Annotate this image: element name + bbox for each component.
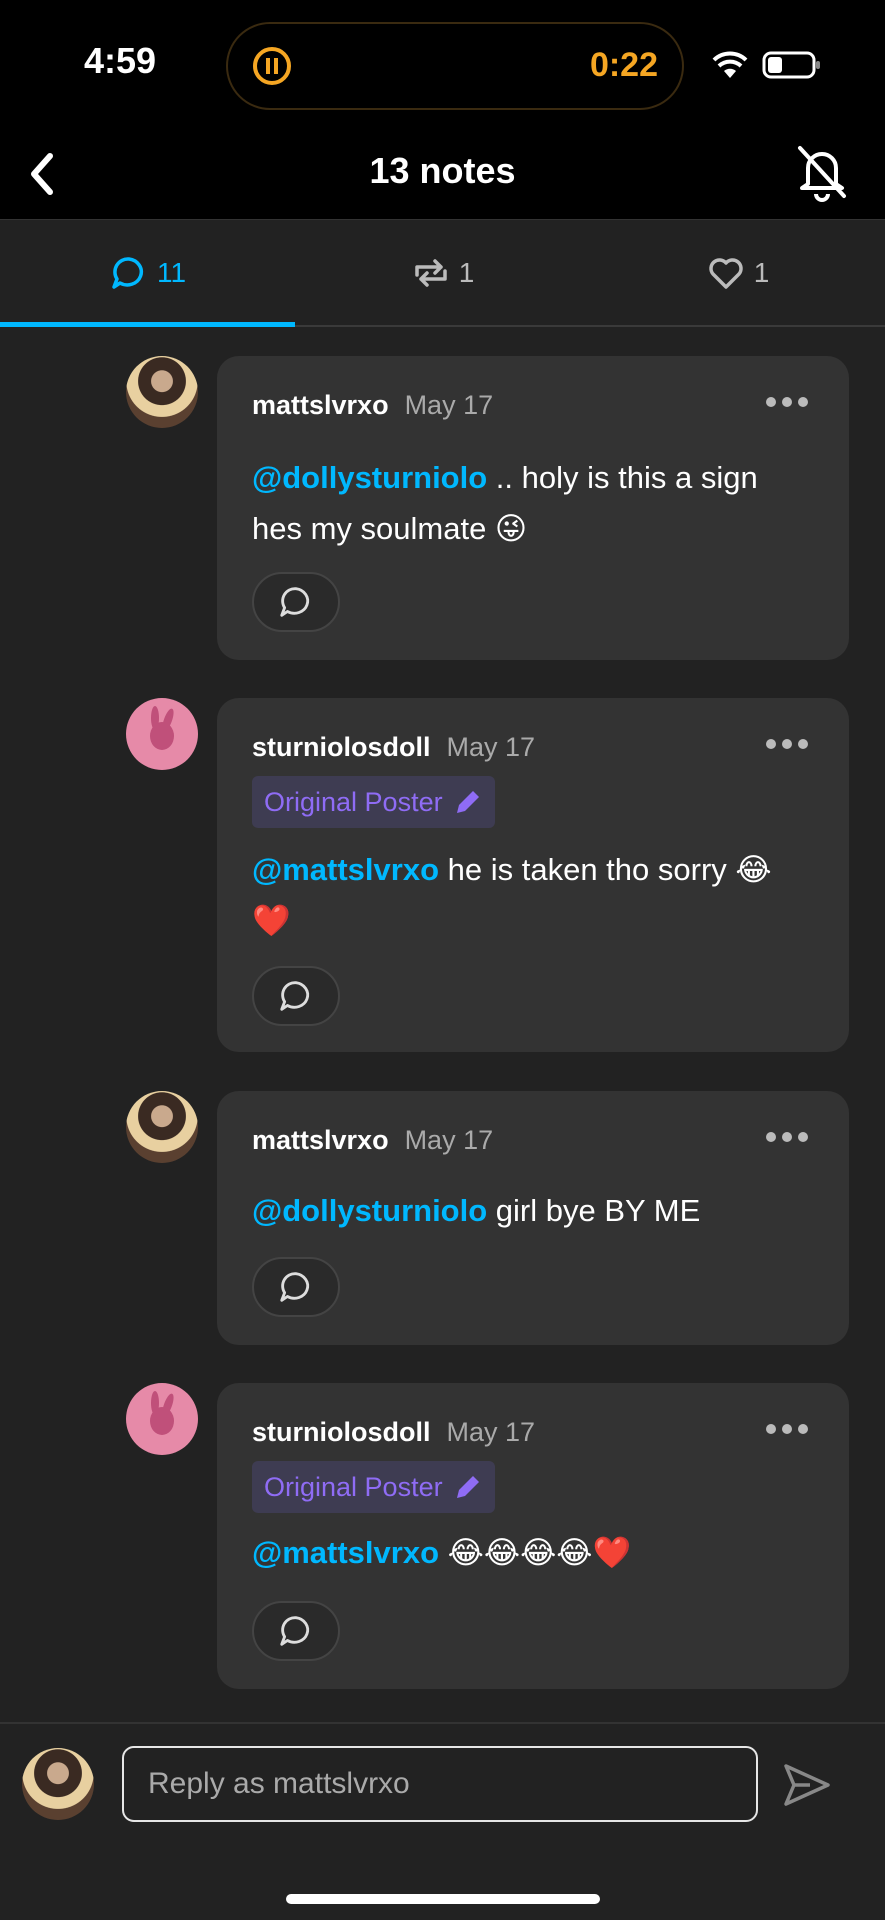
comment-header: mattslvrxo May 17 xyxy=(252,1125,493,1156)
header: 13 notes xyxy=(0,130,885,220)
mention-link[interactable]: @dollysturniolo xyxy=(252,460,487,495)
comment-icon xyxy=(280,587,310,617)
username[interactable]: sturniolosdoll xyxy=(252,1417,431,1448)
pencil-icon xyxy=(456,791,479,813)
bell-off-icon[interactable] xyxy=(792,140,852,204)
comment-icon xyxy=(280,1272,310,1302)
reply-bar xyxy=(0,1722,885,1920)
username[interactable]: mattslvrxo xyxy=(252,390,389,421)
comment-icon xyxy=(280,981,310,1011)
heart-icon xyxy=(708,258,743,289)
avatar[interactable] xyxy=(126,698,198,770)
comment-card: mattslvrxo May 17 @dollysturniolo girl b… xyxy=(217,1091,849,1345)
mention-link[interactable]: @dollysturniolo xyxy=(252,1193,487,1228)
tab-comments[interactable]: 11 xyxy=(0,221,295,325)
pause-icon xyxy=(253,47,291,85)
mention-link[interactable]: @mattslvrxo xyxy=(252,852,439,887)
more-icon[interactable] xyxy=(765,1131,809,1143)
username[interactable]: sturniolosdoll xyxy=(252,732,431,763)
original-poster-badge: Original Poster xyxy=(252,776,495,828)
status-bar: 4:59 0:22 xyxy=(0,0,885,130)
badge-label: Original Poster xyxy=(264,1471,443,1502)
more-icon[interactable] xyxy=(765,396,809,408)
comment-date: May 17 xyxy=(446,732,536,762)
username[interactable]: mattslvrxo xyxy=(252,1125,389,1156)
mention-link[interactable]: @mattslvrxo xyxy=(252,1535,439,1570)
comment-text: @dollysturniolo girl bye BY ME xyxy=(252,1185,809,1236)
reply-button[interactable] xyxy=(252,572,340,632)
bunny-logo-icon xyxy=(150,1391,174,1435)
comment-date: May 17 xyxy=(404,1125,494,1155)
more-icon[interactable] xyxy=(765,1423,809,1435)
home-indicator xyxy=(286,1894,600,1904)
avatar[interactable] xyxy=(126,1091,198,1163)
comment-date: May 17 xyxy=(404,390,494,420)
original-poster-badge: Original Poster xyxy=(252,1461,495,1513)
page-title: 13 notes xyxy=(369,150,516,191)
active-tab-indicator xyxy=(0,322,295,327)
send-icon[interactable] xyxy=(780,1758,834,1812)
comment-card: sturniolosdoll May 17 Original Poster @m… xyxy=(217,698,849,1052)
reply-button[interactable] xyxy=(252,966,340,1026)
comment-icon xyxy=(112,257,143,289)
avatar[interactable] xyxy=(126,356,198,428)
avatar[interactable] xyxy=(126,1383,198,1455)
comment-card: sturniolosdoll May 17 Original Poster @m… xyxy=(217,1383,849,1689)
comment-header: sturniolosdoll May 17 xyxy=(252,732,535,763)
comment-card: mattslvrxo May 17 @dollysturniolo .. hol… xyxy=(217,356,849,660)
notes-tabs: 11 1 1 xyxy=(0,221,885,327)
avatar xyxy=(22,1748,94,1820)
reblog-icon xyxy=(414,259,447,287)
bunny-logo-icon xyxy=(150,706,174,750)
tab-reblogs-count: 1 xyxy=(458,257,475,288)
timer-text: 0:22 xyxy=(589,46,658,84)
status-time: 4:59 xyxy=(84,40,157,81)
comment-header: sturniolosdoll May 17 xyxy=(252,1417,535,1448)
reply-button[interactable] xyxy=(252,1601,340,1661)
comment-text: @dollysturniolo .. holy is this a sign h… xyxy=(252,452,809,554)
comment-date: May 17 xyxy=(446,1417,536,1447)
tab-reblogs[interactable]: 1 xyxy=(295,221,590,325)
tab-comments-count: 11 xyxy=(156,257,187,288)
tab-likes[interactable]: 1 xyxy=(590,221,885,325)
comment-text: @mattslvrxo 😂😂😂😂❤️ xyxy=(252,1527,809,1578)
wifi-icon xyxy=(712,51,748,78)
comment-icon xyxy=(280,1616,310,1646)
reply-input[interactable] xyxy=(122,1746,758,1822)
more-icon[interactable] xyxy=(765,738,809,750)
tab-likes-count: 1 xyxy=(753,257,770,288)
reply-button[interactable] xyxy=(252,1257,340,1317)
dynamic-island[interactable]: 0:22 xyxy=(226,22,684,110)
comment-header: mattslvrxo May 17 xyxy=(252,390,493,421)
battery-icon xyxy=(762,51,820,79)
pencil-icon xyxy=(456,1476,479,1498)
comment-body: 😂😂😂😂❤️ xyxy=(447,1535,632,1570)
comment-text: @mattslvrxo he is taken tho sorry 😂❤️ xyxy=(252,844,809,946)
badge-label: Original Poster xyxy=(264,786,443,817)
comment-body: girl bye BY ME xyxy=(495,1193,701,1228)
